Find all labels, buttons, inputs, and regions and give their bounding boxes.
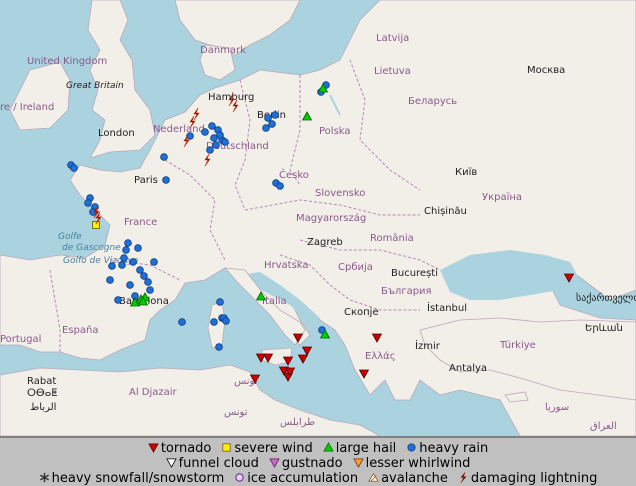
heavy-rain-marker[interactable] [222, 317, 230, 325]
legend-item-funnel-cloud: funnel cloud [165, 456, 259, 471]
heavy-rain-marker[interactable] [215, 343, 223, 351]
tornado-marker[interactable] [282, 356, 294, 366]
legend: tornado severe wind large hail heavy rain f… [0, 436, 636, 486]
ice-accumulation-icon [235, 473, 244, 482]
heavy-rain-marker[interactable] [262, 124, 270, 132]
legend-label: heavy rain [419, 441, 489, 456]
tornado-marker[interactable] [358, 369, 370, 379]
damaging-lightning-marker[interactable] [193, 107, 200, 121]
damaging-lightning-marker[interactable] [189, 115, 196, 129]
heavy-rain-marker[interactable] [268, 120, 276, 128]
heavy-rain-marker[interactable] [221, 138, 229, 146]
heavy-rain-marker[interactable] [134, 244, 142, 252]
heavy-rain-marker[interactable] [212, 141, 220, 149]
heavy-rain-marker[interactable] [146, 286, 154, 294]
large-hail-marker[interactable] [255, 291, 267, 301]
heavy-rain-marker[interactable] [122, 246, 130, 254]
severe-wind-marker[interactable] [92, 221, 100, 229]
damaging-lightning-marker[interactable] [228, 93, 235, 107]
heavy-rain-marker[interactable] [144, 278, 152, 286]
legend-label: funnel cloud [178, 456, 259, 471]
heavy-rain-marker[interactable] [208, 122, 216, 130]
avalanche-icon [368, 472, 379, 482]
lesser-whirlwind-icon [352, 458, 364, 468]
legend-item-large-hail: large hail [323, 441, 397, 456]
damaging-lightning-icon [460, 472, 467, 483]
heavy-rain-marker[interactable] [118, 261, 126, 269]
heavy-rain-marker[interactable] [201, 128, 209, 136]
legend-row: tornado severe wind large hail heavy rain [0, 441, 636, 456]
heavy-rain-icon [407, 443, 416, 452]
report-markers [67, 81, 575, 384]
legend-label: tornado [160, 441, 212, 456]
heavy-rain-marker[interactable] [136, 266, 144, 274]
damaging-lightning-marker[interactable] [232, 99, 239, 113]
heavy-rain-marker[interactable] [120, 254, 128, 262]
heavy-rain-marker[interactable] [106, 276, 114, 284]
heavy-rain-marker[interactable] [210, 318, 218, 326]
legend-item-severe-wind: severe wind [221, 441, 313, 456]
gustnado-icon [269, 458, 280, 468]
tornado-marker[interactable] [297, 354, 309, 364]
tornado-marker[interactable] [563, 273, 575, 283]
heavy-rain-marker[interactable] [129, 258, 137, 266]
legend-item-lesser-whirlwind: lesser whirlwind [352, 456, 471, 471]
tornado-marker[interactable] [249, 374, 261, 384]
tornado-marker[interactable] [301, 346, 313, 356]
heavy-rain-marker[interactable] [206, 146, 214, 154]
legend-label: severe wind [234, 441, 313, 456]
tornado-marker[interactable] [292, 333, 304, 343]
heavy-rain-marker[interactable] [216, 298, 224, 306]
legend-row: funnel cloud gustnado lesser whirlwind [0, 456, 636, 471]
tornado-marker[interactable] [262, 353, 274, 363]
legend-item-gustnado: gustnado [269, 456, 343, 471]
map-area[interactable]: Danmark Latvija Lietuva United Kingdom G… [0, 0, 636, 436]
heavy-snowfall-icon [39, 472, 49, 483]
heavy-rain-marker[interactable] [150, 258, 158, 266]
heavy-rain-marker[interactable] [114, 296, 122, 304]
large-hail-icon [323, 442, 334, 452]
legend-item-tornado: tornado [148, 441, 212, 456]
heavy-rain-marker[interactable] [264, 114, 272, 122]
heavy-rain-marker[interactable] [276, 182, 284, 190]
heavy-rain-marker[interactable] [84, 199, 92, 207]
heavy-rain-marker[interactable] [126, 281, 134, 289]
legend-item-heavy-rain: heavy rain [406, 441, 488, 456]
legend-label: gustnado [281, 456, 343, 471]
heavy-rain-marker[interactable] [108, 262, 116, 270]
legend-label: large hail [335, 441, 397, 456]
legend-label: lesser whirlwind [365, 456, 471, 471]
heavy-rain-marker[interactable] [162, 176, 170, 184]
damaging-lightning-marker[interactable] [204, 153, 211, 167]
heavy-rain-marker[interactable] [140, 272, 148, 280]
heavy-rain-marker[interactable] [178, 318, 186, 326]
heavy-rain-marker[interactable] [124, 239, 132, 247]
heavy-rain-marker[interactable] [216, 131, 224, 139]
severe-wind-icon [222, 443, 231, 452]
funnel-cloud-icon [165, 458, 177, 468]
heavy-rain-marker[interactable] [160, 153, 168, 161]
tornado-marker[interactable] [371, 333, 383, 343]
heavy-rain-marker[interactable] [271, 111, 279, 119]
tornado-icon [148, 443, 159, 453]
large-hail-marker[interactable] [301, 111, 313, 121]
heavy-rain-marker[interactable] [70, 164, 78, 172]
